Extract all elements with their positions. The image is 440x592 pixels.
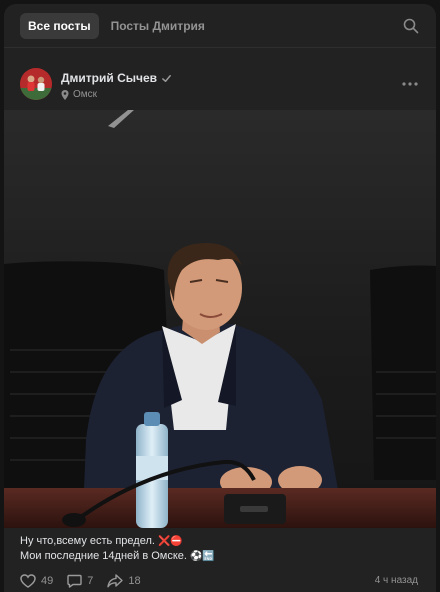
share-arrow-icon bbox=[107, 574, 124, 588]
author-name-row: Дмитрий Сычев bbox=[61, 71, 172, 85]
location-label[interactable]: Омск bbox=[73, 89, 97, 100]
share-count: 18 bbox=[128, 575, 141, 587]
comment-button[interactable]: 7 bbox=[67, 574, 93, 588]
post-time[interactable]: 4 ч назад bbox=[375, 575, 418, 586]
tab-author-posts[interactable]: Посты Дмитрия bbox=[103, 13, 213, 39]
tab-all-posts[interactable]: Все посты bbox=[20, 12, 99, 39]
share-button[interactable]: 18 bbox=[107, 574, 141, 588]
search-icon[interactable] bbox=[402, 17, 420, 35]
caption-text-2: Мои последние 14дней в Омске. bbox=[20, 550, 187, 562]
like-button[interactable]: 49 bbox=[20, 574, 53, 588]
caption-emojis-1: ❌⛔ bbox=[157, 536, 183, 547]
location-row: Омск bbox=[61, 89, 97, 100]
post-actions: 49 7 18 4 ч назад bbox=[20, 572, 420, 590]
heart-icon bbox=[20, 574, 36, 588]
post-caption: Ну что,всему есть предел. ❌⛔ Мои последн… bbox=[20, 534, 215, 564]
more-dots-icon[interactable] bbox=[402, 82, 418, 86]
caption-line-1: Ну что,всему есть предел. ❌⛔ bbox=[20, 534, 215, 549]
location-pin-icon bbox=[61, 89, 69, 100]
like-count: 49 bbox=[41, 575, 54, 587]
author-avatar[interactable] bbox=[20, 68, 52, 100]
caption-text-1: Ну что,всему есть предел. bbox=[20, 535, 155, 547]
author-name[interactable]: Дмитрий Сычев bbox=[61, 71, 157, 85]
verified-check-icon bbox=[162, 74, 171, 82]
comment-count: 7 bbox=[87, 575, 94, 587]
tabs-bar: Все посты Посты Дмитрия bbox=[4, 4, 436, 48]
caption-line-2: Мои последние 14дней в Омске. ⚽🔚 bbox=[20, 549, 215, 564]
comment-icon bbox=[67, 574, 82, 588]
post-card: Все посты Посты Дмитрия Дмитрий Сычев Ом… bbox=[4, 4, 436, 592]
post-header: Дмитрий Сычев Омск bbox=[4, 60, 436, 108]
post-photo[interactable] bbox=[4, 110, 436, 528]
caption-emojis-2: ⚽🔚 bbox=[189, 551, 215, 562]
